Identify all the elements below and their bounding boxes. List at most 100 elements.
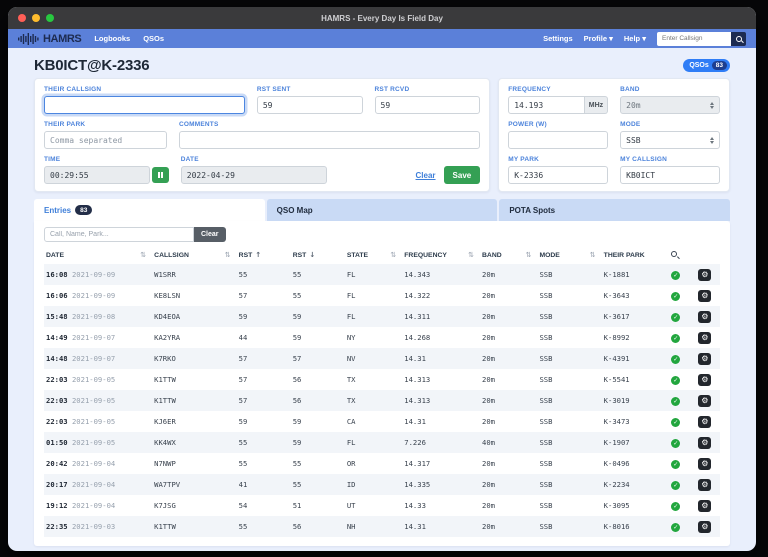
column-header-frequency-5[interactable]: FREQUENCY⇅ <box>402 247 480 264</box>
row-settings-button[interactable]: ⚙ <box>698 395 711 407</box>
their-callsign-input[interactable] <box>44 96 245 114</box>
table-row[interactable]: 16:08 2021-09-09W1SRR5555FL14.34320mSSBK… <box>44 264 720 285</box>
row-settings-button[interactable]: ⚙ <box>698 458 711 470</box>
table-row[interactable]: 01:50 2021-09-05KK4WX5559FL7.22640mSSBK-… <box>44 432 720 453</box>
table-row[interactable]: 14:49 2021-09-07KA2YRA4459NY14.26820mSSB… <box>44 327 720 348</box>
qso-frequency: 7.226 <box>402 432 480 453</box>
rst-rcvd-input[interactable] <box>375 96 481 114</box>
qso-state: CA <box>345 411 402 432</box>
table-row[interactable]: 22:03 2021-09-05K1TTW5756TX14.31320mSSBK… <box>44 369 720 390</box>
save-button[interactable]: Save <box>444 166 481 184</box>
gear-icon: ⚙ <box>701 418 708 426</box>
my-callsign-label: MY CALLSIGN <box>620 156 720 163</box>
my-park-input[interactable] <box>508 166 608 184</box>
qso-callsign: KE8LSN <box>152 285 237 306</box>
nav-qsos[interactable]: QSOs <box>143 34 164 43</box>
hamrs-brand[interactable]: HAMRS <box>18 33 81 45</box>
band-select[interactable]: 20m <box>620 96 720 114</box>
sort-icon[interactable]: ⇅ <box>590 251 596 259</box>
row-settings-button[interactable]: ⚙ <box>698 500 711 512</box>
row-settings-button[interactable]: ⚙ <box>698 269 711 281</box>
tab-pota-spots[interactable]: POTA Spots <box>499 199 730 221</box>
qso-their-park: K-3473 <box>602 411 670 432</box>
qso-callsign: W1SRR <box>152 264 237 285</box>
qso-their-park: K-3095 <box>602 495 670 516</box>
table-row[interactable]: 22:35 2021-09-03K1TTW5556NH14.3120mSSBK-… <box>44 516 720 537</box>
qso-rst-rcvd: 55 <box>291 285 345 306</box>
sort-icon[interactable]: ⇅ <box>526 251 532 259</box>
callsign-search-button[interactable] <box>731 32 746 46</box>
tab-qso-map[interactable]: QSO Map <box>267 199 498 221</box>
sort-icon[interactable]: ⇅ <box>225 251 231 259</box>
nav-help-dropdown[interactable]: Help ▾ <box>624 34 646 43</box>
row-settings-button[interactable]: ⚙ <box>698 479 711 491</box>
row-settings-button[interactable]: ⚙ <box>698 353 711 365</box>
pause-timer-button[interactable] <box>152 167 169 183</box>
rst-sent-input[interactable] <box>257 96 363 114</box>
frequency-input[interactable] <box>508 96 585 114</box>
qso-band: 20m <box>480 453 537 474</box>
column-header-state-4[interactable]: STATE⇅ <box>345 247 402 264</box>
sort-icon[interactable]: ⇅ <box>468 251 474 259</box>
close-window-button[interactable] <box>18 14 26 22</box>
row-settings-button[interactable]: ⚙ <box>698 332 711 344</box>
row-settings-button[interactable]: ⚙ <box>698 416 711 428</box>
row-settings-button[interactable]: ⚙ <box>698 521 711 533</box>
qso-band: 20m <box>480 390 537 411</box>
table-body: 16:08 2021-09-09W1SRR5555FL14.34320mSSBK… <box>44 264 720 537</box>
sort-icon[interactable]: ⇅ <box>390 251 396 259</box>
nav-settings[interactable]: Settings <box>543 34 573 43</box>
nav-logbooks[interactable]: Logbooks <box>94 34 130 43</box>
table-row[interactable]: 22:03 2021-09-05KJ6ER5959CA14.3120mSSBK-… <box>44 411 720 432</box>
callsign-search-input[interactable] <box>657 32 731 46</box>
minimize-window-button[interactable] <box>32 14 40 22</box>
column-header-rst-3[interactable]: RST↓ <box>291 247 345 264</box>
qso-state: NY <box>345 327 402 348</box>
sort-down-icon: ↓ <box>309 251 315 259</box>
table-row[interactable]: 15:48 2021-09-08KD4EOA5959FL14.31120mSSB… <box>44 306 720 327</box>
qso-rst-rcvd: 56 <box>291 390 345 411</box>
column-header-search[interactable] <box>669 247 696 264</box>
table-filter: Clear <box>44 227 720 242</box>
column-header-date-0[interactable]: DATE⇅ <box>44 247 152 264</box>
table-row[interactable]: 14:48 2021-09-07K7RKO5757NV14.3120mSSBK-… <box>44 348 720 369</box>
qso-mode: SSB <box>537 474 601 495</box>
zoom-window-button[interactable] <box>46 14 54 22</box>
mode-select[interactable]: SSB <box>620 131 720 149</box>
column-header-band-6[interactable]: BAND⇅ <box>480 247 537 264</box>
column-header-callsign-1[interactable]: CALLSIGN⇅ <box>152 247 237 264</box>
qso-mode: SSB <box>537 369 601 390</box>
comments-input[interactable] <box>179 131 480 149</box>
table-row[interactable]: 19:12 2021-09-04K7JSG5451UT14.3320mSSBK-… <box>44 495 720 516</box>
clear-form-link[interactable]: Clear <box>416 171 436 180</box>
their-park-input[interactable] <box>44 131 167 149</box>
search-icon[interactable] <box>671 251 677 257</box>
row-settings-button[interactable]: ⚙ <box>698 437 711 449</box>
column-header-mode-7[interactable]: MODE⇅ <box>537 247 601 264</box>
table-filter-clear-button[interactable]: Clear <box>194 227 226 242</box>
gear-icon: ⚙ <box>701 313 708 321</box>
table-row[interactable]: 22:03 2021-09-05K1TTW5756TX14.31320mSSBK… <box>44 390 720 411</box>
power-input[interactable] <box>508 131 608 149</box>
column-header-their-park-8[interactable]: THEIR PARK <box>602 247 670 264</box>
row-settings-button[interactable]: ⚙ <box>698 374 711 386</box>
qso-mode: SSB <box>537 285 601 306</box>
my-callsign-input[interactable] <box>620 166 720 184</box>
qso-band: 20m <box>480 327 537 348</box>
pause-icon <box>161 172 163 178</box>
table-filter-input[interactable] <box>44 227 194 242</box>
qso-frequency: 14.313 <box>402 390 480 411</box>
callsign-search <box>657 32 746 46</box>
table-row[interactable]: 20:17 2021-09-04WA7TPV4155ID14.33520mSSB… <box>44 474 720 495</box>
their-park-label: THEIR PARK <box>44 121 167 128</box>
qso-mode: SSB <box>537 390 601 411</box>
sort-icon[interactable]: ⇅ <box>140 251 146 259</box>
row-settings-button[interactable]: ⚙ <box>698 290 711 302</box>
tab-entries[interactable]: Entries 83 <box>34 199 265 221</box>
nav-profile-dropdown[interactable]: Profile ▾ <box>584 34 613 43</box>
row-settings-button[interactable]: ⚙ <box>698 311 711 323</box>
table-row[interactable]: 20:42 2021-09-04N7NWP5555OR14.31720mSSBK… <box>44 453 720 474</box>
qso-rst-rcvd: 59 <box>291 411 345 432</box>
table-row[interactable]: 16:06 2021-09-09KE8LSN5755FL14.32220mSSB… <box>44 285 720 306</box>
column-header-rst-2[interactable]: RST↑ <box>237 247 291 264</box>
